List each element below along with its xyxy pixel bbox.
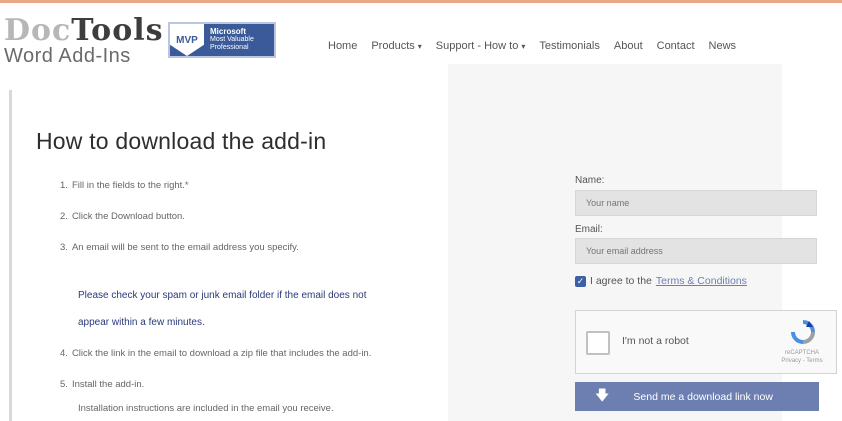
nav-item-label: Testimonials (539, 40, 600, 52)
step-text: An email will be sent to the email addre… (71, 242, 299, 253)
recaptcha-logo-icon (791, 320, 815, 344)
step-number: 4. (60, 348, 68, 359)
step-text: Click the link in the email to download … (71, 348, 372, 359)
nav-item-testimonials[interactable]: Testimonials (539, 40, 600, 52)
step-2: 2. Click the Download button. (60, 211, 185, 222)
nav-item-news[interactable]: News (709, 40, 737, 52)
step-3: 3. An email will be sent to the email add… (60, 242, 299, 253)
nav-item-label: Products (371, 40, 415, 52)
step-4: 4. Click the link in the email to downloa… (60, 348, 371, 359)
mvp-icon: MVP (170, 24, 204, 56)
nav-item-label: Contact (656, 40, 695, 52)
nav-item-support[interactable]: Support - How to ▾ (436, 40, 526, 52)
step-text: Click the Download button. (71, 211, 185, 222)
logo-highlight: Tools (71, 13, 164, 48)
dropdown-item[interactable] (448, 94, 782, 124)
recaptcha-label: I'm not a robot (622, 335, 689, 347)
email-field[interactable] (575, 238, 817, 264)
recaptcha-brand: reCAPTCHA Privacy - Terms (774, 349, 830, 365)
mvp-line2: Most Valuable (210, 36, 254, 43)
top-accent-bar (0, 0, 842, 3)
recaptcha-widget: I'm not a robot reCAPTCHA Privacy - Term… (575, 310, 837, 374)
logo-prefix: Doc (4, 13, 72, 48)
step-number: 2. (60, 211, 68, 222)
agree-text: I agree to the (590, 275, 652, 287)
spam-notice-line2: appear within a few minutes. (78, 317, 205, 328)
recaptcha-brand-name: reCAPTCHA (784, 350, 819, 356)
content-left-border (9, 90, 12, 421)
logo-subtitle: Word Add-Ins (4, 45, 131, 67)
main-nav: Home Products ▾ Support - How to ▾ Testimo… (328, 40, 750, 52)
install-note: Installation instructions are included i… (78, 403, 334, 414)
nav-item-about[interactable]: About (614, 40, 643, 52)
step-text: Fill in the fields to the right.* (71, 180, 189, 191)
recaptcha-checkbox[interactable] (586, 331, 610, 355)
terms-link[interactable]: Terms & Conditions (656, 275, 747, 287)
nav-item-label: About (613, 40, 643, 52)
step-number: 5. (60, 379, 68, 390)
step-number: 3. (60, 242, 68, 253)
nav-item-label: News (708, 40, 737, 52)
terms-agreement: ✓ I agree to the Terms & Conditions (575, 275, 747, 287)
email-label: Email: (575, 224, 603, 235)
step-5: 5. Install the add-in. (60, 379, 144, 390)
page-title: How to download the add-in (36, 128, 327, 154)
chevron-down-icon: ▾ (417, 42, 422, 51)
mvp-badge-text: Microsoft Most Valuable Professional (204, 28, 254, 52)
dropdown-item[interactable] (448, 123, 782, 153)
send-download-link-button[interactable]: 🡇 Send me a download link now (575, 382, 819, 411)
step-1: 1. Fill in the fields to the right.* (60, 180, 189, 191)
dropdown-item[interactable] (448, 153, 782, 183)
nav-item-home[interactable]: Home (328, 40, 357, 52)
dropdown-item[interactable] (448, 64, 782, 94)
recaptcha-privacy-links[interactable]: Privacy - Terms (774, 357, 830, 365)
name-label: Name: (575, 175, 605, 186)
name-field[interactable] (575, 190, 817, 216)
mvp-line1: Microsoft (210, 27, 246, 36)
mvp-line3: Professional (210, 44, 249, 51)
mvp-badge: MVP Microsoft Most Valuable Professional (168, 22, 276, 58)
submit-label: Send me a download link now (633, 390, 773, 403)
step-number: 1. (60, 180, 68, 191)
nav-item-label: Home (328, 40, 358, 52)
nav-item-products[interactable]: Products ▾ (371, 40, 421, 52)
spam-notice-line1: Please check your spam or junk email fol… (78, 290, 367, 301)
step-text: Install the add-in. (71, 379, 145, 390)
nav-item-contact[interactable]: Contact (657, 40, 695, 52)
chevron-down-icon: ▾ (521, 42, 526, 51)
nav-item-label: Support - How to (435, 40, 519, 52)
site-logo[interactable]: DocTools (4, 16, 163, 46)
download-arrow-icon: 🡇 (595, 386, 610, 403)
agree-checkbox[interactable]: ✓ (575, 275, 586, 287)
